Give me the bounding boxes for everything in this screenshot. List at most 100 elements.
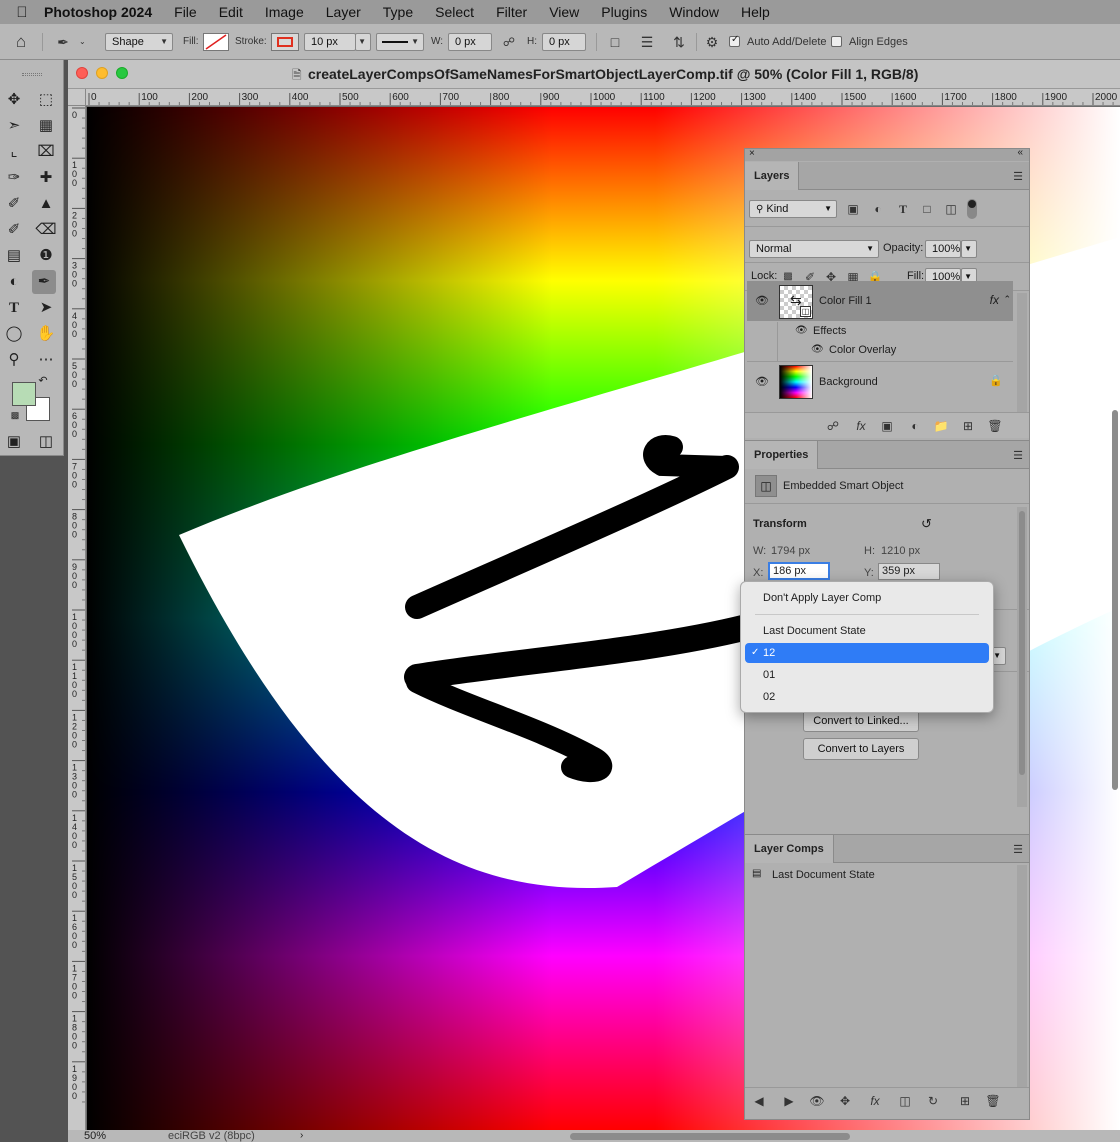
layer-row-color-fill-1[interactable]: 👁 ⇆ ◫ Color Fill 1 fx ⌃ bbox=[747, 281, 1013, 321]
menu-item-02[interactable]: 02 bbox=[745, 687, 989, 707]
menu-file[interactable]: File bbox=[174, 4, 197, 20]
width-field[interactable]: 0 px bbox=[448, 33, 492, 51]
stroke-width-dropdown[interactable]: ▼ bbox=[355, 33, 371, 51]
tool-mode-select[interactable]: Shape ▼ bbox=[105, 33, 173, 51]
new-group-icon[interactable]: 📁 bbox=[933, 418, 949, 434]
visibility-eye-icon[interactable]: 👁 bbox=[795, 325, 808, 336]
menu-item-12[interactable]: ✓ 12 bbox=[745, 643, 989, 663]
layer-comp-name[interactable]: Last Document State bbox=[772, 869, 875, 881]
vertical-ruler[interactable]: 0100200300400500600700800900100011001200… bbox=[68, 106, 86, 1130]
menu-window[interactable]: Window bbox=[669, 4, 719, 20]
brush-tool-icon[interactable]: ✐ bbox=[2, 192, 26, 216]
apple-menu-icon[interactable]:  bbox=[0, 4, 44, 21]
panel-grip[interactable] bbox=[22, 73, 42, 76]
clone-stamp-tool-icon[interactable]: ▲ bbox=[34, 192, 58, 216]
add-mask-icon[interactable]: ▣ bbox=[879, 418, 895, 434]
object-selection-tool-icon[interactable]: ▦ bbox=[34, 114, 58, 138]
minimize-window-button[interactable] bbox=[96, 67, 108, 79]
smart-object-filter-icon[interactable]: ◫ bbox=[943, 201, 959, 217]
gear-icon[interactable]: ⚙ bbox=[703, 33, 721, 51]
crop-tool-icon[interactable]: ⌞ bbox=[2, 140, 26, 164]
opacity-field[interactable]: 100% bbox=[925, 240, 961, 258]
adjustment-filter-icon[interactable]: ◐ bbox=[870, 201, 886, 217]
tab-layer-comps[interactable]: Layer Comps bbox=[745, 835, 834, 863]
blend-mode-select[interactable]: Normal ▼ bbox=[749, 240, 879, 258]
menu-layer[interactable]: Layer bbox=[326, 4, 361, 20]
menu-select[interactable]: Select bbox=[435, 4, 474, 20]
eraser-tool-icon[interactable]: ⌫ bbox=[34, 218, 58, 242]
previous-comp-icon[interactable]: ◀ bbox=[751, 1093, 767, 1109]
convert-to-linked-button[interactable]: Convert to Linked... bbox=[803, 710, 919, 732]
pen-tool-preset-icon[interactable]: ✒ bbox=[54, 33, 72, 51]
pen-tool-icon[interactable]: ✒ bbox=[32, 270, 56, 294]
chevron-down-icon[interactable]: ⌄ bbox=[79, 33, 86, 51]
panel-menu-icon[interactable]: ☰ bbox=[1013, 449, 1023, 462]
path-selection-tool-icon[interactable]: ➤ bbox=[34, 296, 58, 320]
x-position-field[interactable]: 186 px bbox=[768, 562, 830, 580]
menu-item-dont-apply-layer-comp[interactable]: Don't Apply Layer Comp bbox=[745, 588, 989, 608]
eyedropper-tool-icon[interactable]: ✑ bbox=[2, 166, 26, 190]
app-menu[interactable]: Photoshop 2024 bbox=[44, 4, 152, 20]
more-tools-icon[interactable]: ⋯ bbox=[34, 348, 58, 372]
filter-toggle[interactable] bbox=[967, 199, 977, 219]
layer-comps-scrollbar[interactable] bbox=[1017, 865, 1027, 1087]
trash-icon[interactable]: 🗑 bbox=[987, 418, 1003, 434]
effect-color-overlay-row[interactable]: 👁 Color Overlay bbox=[747, 341, 1013, 361]
opacity-dropdown[interactable]: ▼ bbox=[961, 240, 977, 258]
collapse-panels-icon[interactable]: « bbox=[1017, 147, 1023, 158]
stroke-type-select[interactable]: ▼ bbox=[376, 33, 424, 51]
blur-tool-icon[interactable]: ❶ bbox=[34, 244, 58, 268]
smart-object-comp-icon[interactable]: ◫ bbox=[897, 1093, 913, 1109]
tab-properties[interactable]: Properties bbox=[745, 441, 819, 469]
layer-row-background[interactable]: 👁 Background 🔒 bbox=[747, 362, 1013, 402]
properties-scrollbar-track[interactable] bbox=[1017, 507, 1027, 807]
stroke-width-field[interactable]: 10 px bbox=[304, 33, 356, 51]
chevron-up-icon[interactable]: ⌃ bbox=[1003, 294, 1011, 305]
dodge-tool-icon[interactable]: ◐ bbox=[2, 270, 26, 294]
close-window-button[interactable] bbox=[76, 67, 88, 79]
marquee-tool-icon[interactable]: ⬚ bbox=[34, 88, 58, 112]
convert-to-layers-button[interactable]: Convert to Layers bbox=[803, 738, 919, 760]
height-field[interactable]: 0 px bbox=[542, 33, 586, 51]
link-layers-icon[interactable]: ☍ bbox=[825, 418, 841, 434]
menu-item-last-document-state[interactable]: Last Document State bbox=[745, 621, 989, 641]
layer-name[interactable]: Color Fill 1 bbox=[819, 295, 872, 307]
horizontal-scrollbar[interactable] bbox=[570, 1133, 850, 1140]
new-layer-icon[interactable]: ⊞ bbox=[960, 418, 976, 434]
zoom-window-button[interactable] bbox=[116, 67, 128, 79]
panel-menu-icon[interactable]: ☰ bbox=[1013, 170, 1023, 183]
lasso-tool-icon[interactable]: ➣ bbox=[2, 114, 26, 138]
auto-add-delete-checkbox[interactable]: ✓ bbox=[729, 34, 740, 47]
shape-filter-icon[interactable]: □ bbox=[919, 201, 935, 217]
close-icon[interactable]: × bbox=[749, 148, 755, 159]
reset-transform-icon[interactable]: ↺ bbox=[921, 516, 932, 532]
foreground-color-swatch[interactable] bbox=[12, 382, 36, 406]
swap-colors-icon[interactable]: ↶ bbox=[36, 374, 50, 388]
layers-scrollbar[interactable] bbox=[1017, 293, 1027, 413]
new-layer-comp-icon[interactable]: ⊞ bbox=[957, 1093, 973, 1109]
y-position-field[interactable]: 359 px bbox=[878, 563, 940, 580]
zoom-tool-icon[interactable]: ⚲ bbox=[2, 348, 26, 372]
chevron-right-icon[interactable]: › bbox=[300, 1130, 303, 1142]
tab-layers[interactable]: Layers bbox=[745, 162, 800, 190]
update-comp-icon[interactable]: ↻ bbox=[925, 1093, 941, 1109]
next-comp-icon[interactable]: ▶ bbox=[781, 1093, 797, 1109]
path-arrangement-icon[interactable]: ⇅ bbox=[670, 33, 688, 51]
type-tool-icon[interactable]: T bbox=[2, 296, 26, 320]
add-layer-style-icon[interactable]: fx bbox=[853, 418, 869, 434]
home-icon[interactable]: ⌂ bbox=[12, 33, 30, 51]
properties-scrollbar-thumb[interactable] bbox=[1019, 511, 1025, 775]
apply-visibility-icon[interactable]: 👁 bbox=[809, 1093, 825, 1109]
vertical-scrollbar[interactable] bbox=[1112, 410, 1118, 790]
zoom-level[interactable]: 50% bbox=[84, 1130, 106, 1142]
layer-filter-kind-select[interactable]: ⚲ Kind ▼ bbox=[749, 200, 837, 218]
trash-icon[interactable]: 🗑 bbox=[985, 1093, 1001, 1109]
gradient-tool-icon[interactable]: ▤ bbox=[2, 244, 26, 268]
apply-position-icon[interactable]: ✥ bbox=[837, 1093, 853, 1109]
path-alignment-icon[interactable]: ☰ bbox=[638, 33, 656, 51]
healing-brush-tool-icon[interactable]: ✚ bbox=[34, 166, 58, 190]
ruler-origin[interactable] bbox=[68, 89, 86, 106]
menu-type[interactable]: Type bbox=[383, 4, 413, 20]
panel-menu-icon[interactable]: ☰ bbox=[1013, 843, 1023, 856]
screen-mode-icon[interactable]: ◫ bbox=[34, 430, 58, 454]
